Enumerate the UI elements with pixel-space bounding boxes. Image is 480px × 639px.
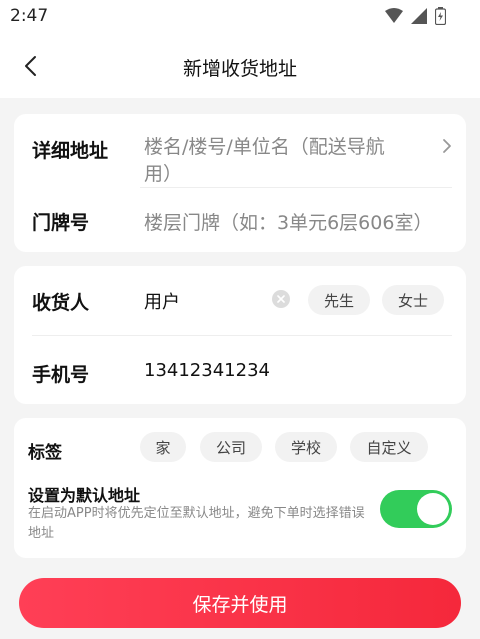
row-divider: [32, 335, 452, 336]
chevron-right-icon[interactable]: [442, 138, 452, 154]
address-card: 详细地址 楼名/楼号/单位名（配送导航 用） 门牌号 楼层门牌（如：3单元6层6…: [14, 114, 466, 252]
door-number-input[interactable]: 楼层门牌（如：3单元6层606室）: [144, 208, 432, 235]
default-address-description: 在启动APP时将优先定位至默认地址，避免下单时选择错误地址: [28, 506, 365, 541]
battery-icon: [435, 7, 446, 25]
tag-label: 标签: [28, 443, 62, 463]
signal-icon: [411, 8, 427, 24]
nav-bar: 新增收货地址: [0, 34, 480, 98]
door-number-label: 门牌号: [32, 212, 90, 234]
receiver-label: 收货人: [32, 292, 90, 314]
toggle-knob: [417, 493, 449, 525]
settings-card: 标签 家 公司 学校 自定义 设置为默认地址 在启动APP时将优先定位至默认地址…: [14, 418, 466, 558]
wifi-icon: [385, 8, 403, 23]
status-time: 2:47: [10, 6, 49, 26]
page-title: 新增收货地址: [182, 58, 297, 80]
default-address-title: 设置为默认地址: [28, 486, 141, 505]
close-icon: [277, 295, 285, 303]
row-divider: [140, 187, 452, 188]
contact-card: 收货人 用户 先生 女士 手机号 13412341234: [14, 266, 466, 404]
tag-chip-custom[interactable]: 自定义: [350, 432, 428, 462]
detail-address-placeholder-line2: 用）: [144, 163, 183, 185]
tag-chip-company[interactable]: 公司: [200, 432, 262, 462]
status-icons: [385, 7, 446, 25]
detail-address-label: 详细地址: [32, 140, 109, 162]
phone-input[interactable]: 13412341234: [144, 360, 270, 381]
gender-chip-mr[interactable]: 先生: [308, 285, 370, 315]
clear-button[interactable]: [272, 290, 290, 308]
default-address-toggle[interactable]: [380, 490, 452, 528]
receiver-input[interactable]: 用户: [144, 288, 274, 314]
save-and-use-button[interactable]: 保存并使用: [19, 578, 461, 628]
detail-address-input[interactable]: 楼名/楼号/单位名（配送导航 用）: [144, 134, 429, 188]
phone-label: 手机号: [32, 364, 90, 386]
gender-chip-ms[interactable]: 女士: [382, 285, 444, 315]
detail-address-placeholder-line1: 楼名/楼号/单位名（配送导航: [144, 136, 385, 158]
status-bar: 2:47: [0, 0, 480, 34]
tag-chip-school[interactable]: 学校: [275, 432, 337, 462]
tag-chip-home[interactable]: 家: [140, 432, 186, 462]
